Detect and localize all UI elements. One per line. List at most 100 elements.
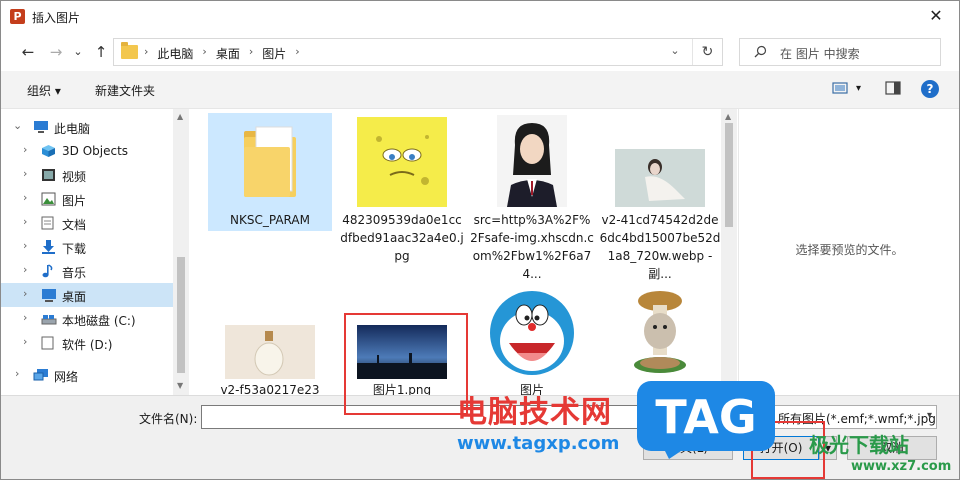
- sidebar-item-drive-c[interactable]: › 本地磁盘 (C:): [1, 307, 173, 331]
- file-item[interactable]: src=http%3A%2F%2Fsafe-img.xhscdn.com%2Fb…: [470, 113, 594, 283]
- chevron-right-icon[interactable]: ›: [15, 367, 19, 380]
- image-thumbnail: [357, 117, 447, 207]
- title-bar: P 插入图片 ✕: [1, 1, 959, 33]
- sidebar-item-label: 视频: [62, 170, 87, 184]
- filename-label: 文件名(N):: [139, 412, 198, 426]
- sidebar-item-network[interactable]: › 网络: [1, 363, 173, 387]
- change-view-icon[interactable]: [832, 81, 848, 99]
- chevron-right-icon[interactable]: ›: [23, 167, 27, 180]
- breadcrumb-this-pc[interactable]: 此电脑: [157, 45, 193, 62]
- sidebar-item-label: 桌面: [62, 290, 87, 304]
- file-item[interactable]: NKSC_PARAM: [208, 113, 332, 231]
- breadcrumb-desktop[interactable]: 桌面: [216, 45, 240, 62]
- scroll-down-icon[interactable]: ▼: [177, 381, 183, 390]
- folder-icon: [121, 42, 138, 59]
- pictures-icon: [41, 192, 56, 206]
- chevron-right-icon[interactable]: ›: [23, 287, 27, 300]
- preview-placeholder: 选择要预览的文件。: [795, 243, 904, 257]
- chevron-right-icon[interactable]: ›: [23, 311, 27, 324]
- insert-picture-dialog: P 插入图片 ✕ ← → ⌄ ↑ › 此电脑 › 桌面 › 图片 › ⌄ ↻ 在…: [0, 0, 960, 480]
- address-dropdown[interactable]: ⌄: [666, 44, 684, 57]
- desktop-icon: [41, 288, 56, 302]
- folder-icon: [240, 123, 300, 201]
- sidebar-item-label: 此电脑: [54, 122, 91, 136]
- refresh-button[interactable]: ↻: [692, 39, 722, 65]
- file-name: NKSC_PARAM: [230, 213, 310, 227]
- sidebar-item-videos[interactable]: › 视频: [1, 163, 173, 187]
- navigation-scrollbar[interactable]: ▲ ▼: [173, 109, 189, 395]
- drive-icon: [41, 312, 57, 326]
- content-scrollbar[interactable]: ▲ ▼: [721, 109, 737, 395]
- recent-locations-dropdown[interactable]: ⌄: [67, 41, 89, 63]
- tag-logo-text: TAG: [655, 390, 756, 444]
- watermark-site-name: 电脑技术网: [457, 395, 612, 430]
- scroll-up-icon[interactable]: ▲: [177, 112, 183, 121]
- drive-icon: [41, 336, 56, 350]
- watermark-xz7: www.xz7.com: [851, 459, 952, 474]
- breadcrumb: › 此电脑 › 桌面 › 图片 ›: [144, 45, 309, 62]
- help-icon[interactable]: ?: [921, 80, 939, 98]
- sidebar-item-music[interactable]: › 音乐: [1, 259, 173, 283]
- chevron-right-icon[interactable]: ›: [23, 191, 27, 204]
- up-button[interactable]: ↑: [90, 41, 112, 63]
- view-options-dropdown[interactable]: ▾: [856, 83, 861, 94]
- scrollbar-thumb[interactable]: [177, 257, 185, 373]
- download-icon: [41, 240, 56, 254]
- image-thumbnail: [497, 115, 567, 207]
- chevron-right-icon[interactable]: ›: [23, 263, 27, 276]
- toolbar: 组织 ▾ 新建文件夹 ▾ ?: [1, 71, 959, 109]
- file-item[interactable]: 图片: [470, 287, 594, 395]
- sidebar-item-label: 软件 (D:): [62, 338, 113, 352]
- image-thumbnail: [615, 149, 705, 207]
- sidebar-item-label: 图片: [62, 194, 87, 208]
- chevron-right-icon[interactable]: ›: [249, 45, 253, 62]
- back-button[interactable]: ←: [17, 41, 39, 63]
- video-icon: [41, 168, 56, 182]
- file-item[interactable]: v2-41cd74542d2de6dc4bd15007be52d1a8_720w…: [598, 113, 722, 283]
- watermark-url: www.tagxp.com: [457, 433, 620, 454]
- address-bar[interactable]: › 此电脑 › 桌面 › 图片 › ⌄ ↻: [113, 38, 723, 66]
- sidebar-item-pictures[interactable]: › 图片: [1, 187, 173, 211]
- file-item[interactable]: v2-f53a0217e23: [208, 287, 332, 395]
- organize-menu[interactable]: 组织 ▾: [27, 82, 61, 99]
- preview-pane-icon[interactable]: [885, 81, 901, 99]
- sidebar-item-drive-d[interactable]: › 软件 (D:): [1, 331, 173, 355]
- sidebar-item-label: 本地磁盘 (C:): [62, 314, 136, 328]
- chevron-right-icon[interactable]: ›: [23, 239, 27, 252]
- music-icon: [41, 264, 56, 278]
- sidebar-item-label: 网络: [54, 370, 79, 384]
- sidebar-item-this-pc[interactable]: ⌄ 此电脑: [1, 115, 173, 139]
- chevron-down-icon[interactable]: ⌄: [13, 119, 22, 132]
- close-button[interactable]: ✕: [913, 1, 959, 31]
- navigation-pane: ⌄ 此电脑 › 3D Objects › 视频 › 图片 › 文档 › 下载 ›…: [1, 109, 189, 395]
- sidebar-item-3d-objects[interactable]: › 3D Objects: [1, 139, 173, 163]
- file-name: 482309539da0e1ccdfbed91aac32a4e0.jpg: [340, 213, 464, 263]
- forward-button[interactable]: →: [45, 41, 67, 63]
- highlight-box: [344, 313, 468, 415]
- scroll-up-icon[interactable]: ▲: [725, 112, 731, 121]
- sidebar-item-desktop[interactable]: › 桌面: [1, 283, 173, 307]
- file-name: v2-f53a0217e23: [220, 383, 320, 395]
- search-box[interactable]: 在 图片 中搜索: [739, 38, 941, 66]
- chevron-right-icon[interactable]: ›: [295, 45, 299, 62]
- chevron-right-icon[interactable]: ›: [202, 45, 206, 62]
- chevron-right-icon[interactable]: ›: [23, 215, 27, 228]
- network-icon: [33, 368, 48, 382]
- chevron-right-icon[interactable]: ›: [23, 143, 27, 156]
- breadcrumb-pictures[interactable]: 图片: [262, 45, 286, 62]
- computer-icon: [33, 120, 48, 134]
- chevron-right-icon[interactable]: ›: [23, 335, 27, 348]
- sidebar-item-label: 音乐: [62, 266, 87, 280]
- chevron-down-icon[interactable]: ▾: [927, 410, 932, 421]
- chevron-right-icon: ›: [144, 45, 149, 58]
- search-placeholder: 在 图片 中搜索: [780, 47, 860, 61]
- sidebar-item-documents[interactable]: › 文档: [1, 211, 173, 235]
- image-thumbnail: [487, 287, 577, 379]
- new-folder-button[interactable]: 新建文件夹: [95, 82, 155, 99]
- file-name: v2-41cd74542d2de6dc4bd15007be52d1a8_720w…: [599, 213, 721, 281]
- preview-pane: 选择要预览的文件。: [738, 109, 959, 395]
- sidebar-item-downloads[interactable]: › 下载: [1, 235, 173, 259]
- sidebar-item-label: 3D Objects: [62, 144, 129, 158]
- scrollbar-thumb[interactable]: [725, 123, 733, 227]
- file-item[interactable]: 482309539da0e1ccdfbed91aac32a4e0.jpg: [340, 113, 464, 273]
